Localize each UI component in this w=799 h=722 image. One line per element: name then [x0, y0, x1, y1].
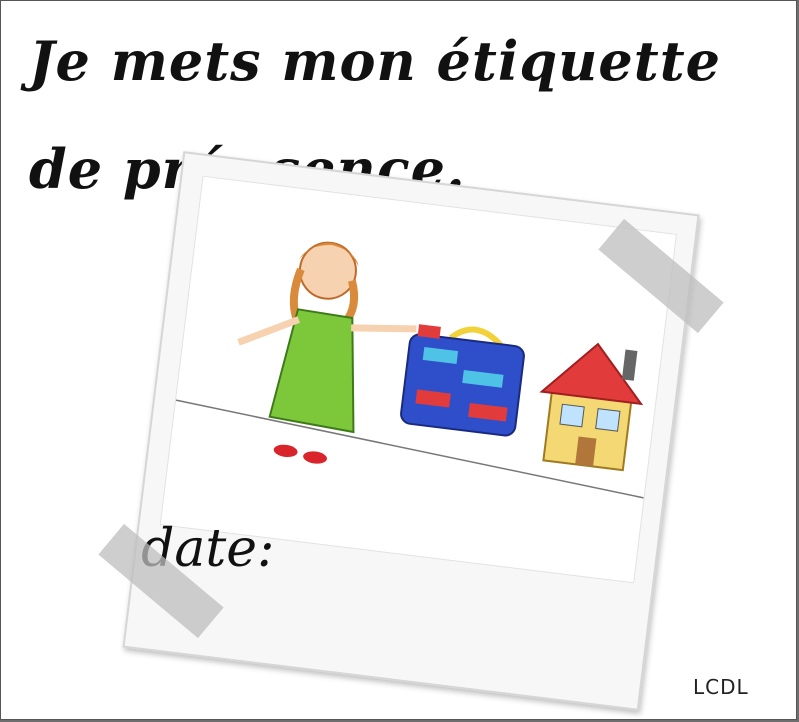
footer-mark: LCDL	[693, 675, 749, 699]
girl-face	[298, 241, 357, 300]
girl-arm-right	[351, 324, 417, 333]
girl-figure	[237, 241, 417, 464]
house-window-right	[595, 408, 621, 432]
house-door	[575, 436, 597, 467]
house-chimney	[621, 349, 638, 381]
schoolbag	[400, 324, 525, 437]
house-window-left	[559, 403, 585, 428]
girl-shoe-right	[303, 451, 327, 464]
girl-shoe-left	[273, 444, 298, 458]
worksheet-card: Je mets mon étiquette de pré- sence.	[0, 0, 797, 720]
house	[539, 342, 644, 472]
bag-body	[400, 333, 525, 437]
